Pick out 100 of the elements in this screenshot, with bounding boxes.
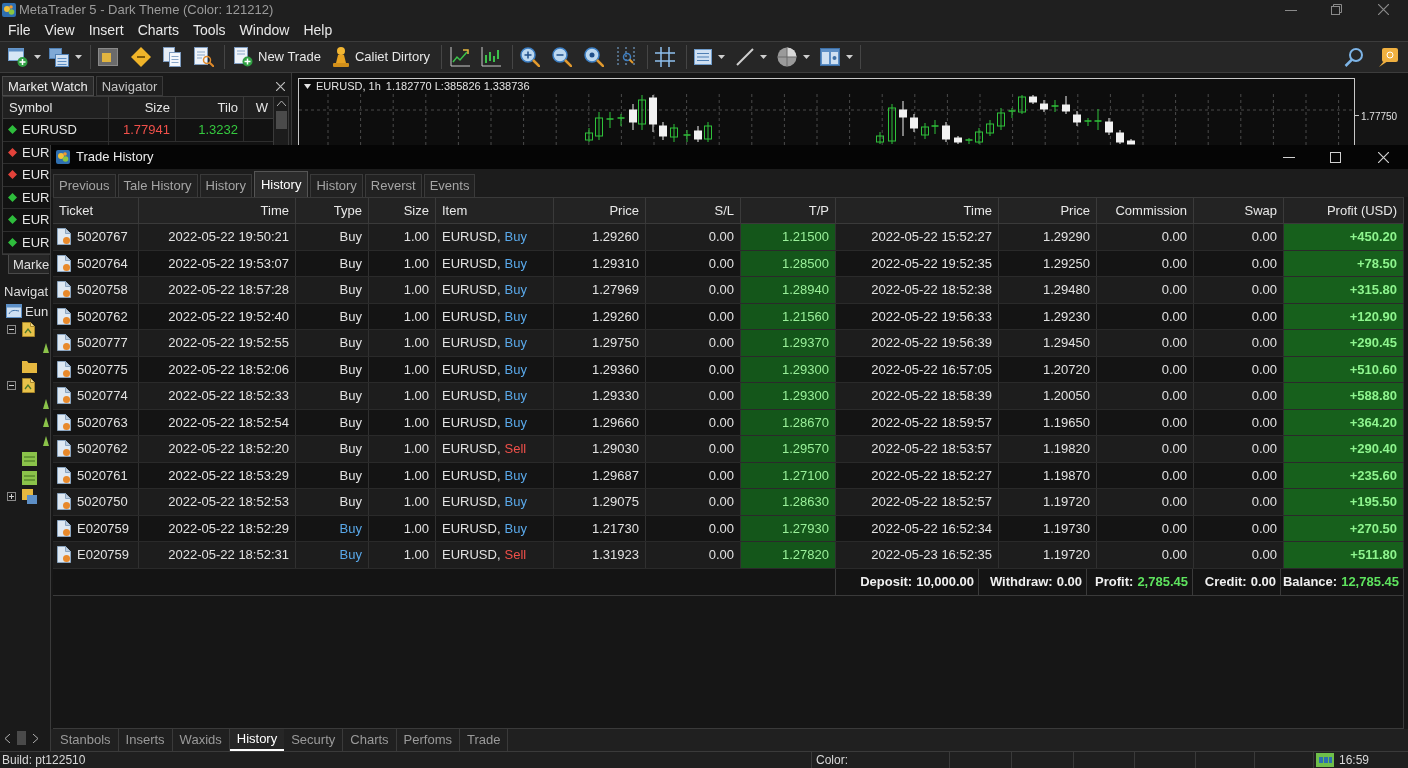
tab[interactable]: Events <box>423 174 476 197</box>
scroll-left-icon[interactable] <box>5 733 10 743</box>
new-chart-icon[interactable] <box>8 47 28 67</box>
column-header[interactable]: Swap <box>1194 198 1284 223</box>
pie-icon[interactable] <box>777 47 797 67</box>
column-header[interactable]: Price <box>999 198 1097 223</box>
tab[interactable]: Previous <box>53 174 116 197</box>
template-icon[interactable] <box>820 48 840 66</box>
page-icon[interactable] <box>22 322 35 338</box>
documents-icon[interactable] <box>163 47 181 67</box>
column-header[interactable]: Item <box>436 198 554 223</box>
tab[interactable]: Trade <box>460 729 509 751</box>
scrollbar-thumb[interactable] <box>275 111 287 129</box>
folder-icon[interactable] <box>22 360 37 374</box>
collapse-icon[interactable] <box>7 325 16 335</box>
vertical-lines-icon[interactable] <box>616 47 636 67</box>
tab[interactable]: History <box>229 729 285 751</box>
menu-item[interactable]: Charts <box>137 19 179 41</box>
windows-icon[interactable] <box>49 47 69 67</box>
menu-item[interactable]: Tools <box>192 19 226 41</box>
caret-icon[interactable] <box>760 55 767 59</box>
scroll-right-icon[interactable] <box>33 733 38 743</box>
tab[interactable]: History <box>199 174 252 197</box>
tab[interactable]: Stanbols <box>53 729 119 751</box>
triangle-icon[interactable] <box>43 343 49 354</box>
column-header[interactable]: Commission <box>1097 198 1194 223</box>
tab[interactable]: Marke <box>8 255 50 274</box>
overlapping-squares-icon[interactable] <box>22 488 37 504</box>
list-icon[interactable] <box>694 49 712 65</box>
menu-item[interactable]: Insert <box>88 19 124 41</box>
column-header[interactable]: Time <box>139 198 296 223</box>
caret-icon[interactable] <box>34 55 41 59</box>
chat-icon[interactable] <box>1378 47 1398 67</box>
symbol-name[interactable]: EUR <box>22 232 50 252</box>
diamond-icon[interactable] <box>131 47 151 67</box>
column-header[interactable]: Type <box>296 198 369 223</box>
column-header[interactable]: Time <box>836 198 999 223</box>
sheet-icon[interactable] <box>22 452 37 467</box>
menu-item[interactable]: View <box>44 19 75 41</box>
column-header[interactable]: Size <box>369 198 436 223</box>
algo-trading-button[interactable]: Caliet Dirtory <box>329 44 433 70</box>
caret-icon[interactable] <box>75 55 82 59</box>
maximize-icon[interactable] <box>1330 151 1341 163</box>
search-icon[interactable] <box>1344 47 1364 67</box>
document-search-icon[interactable] <box>194 47 214 67</box>
column-header[interactable]: Profit (USD) <box>1284 198 1404 223</box>
page-icon[interactable] <box>22 377 35 393</box>
zoom-out-icon[interactable] <box>552 47 572 67</box>
tab[interactable]: Waxids <box>172 729 230 751</box>
column-header[interactable]: S/L <box>646 198 741 223</box>
panel-icon[interactable] <box>98 48 118 66</box>
tab[interactable]: Inserts <box>118 729 173 751</box>
new-trade-button[interactable]: New Trade <box>231 44 324 70</box>
column-header[interactable]: Ticket <box>53 198 139 223</box>
zoom-in-icon[interactable] <box>520 47 540 67</box>
column-header[interactable]: W <box>244 97 272 118</box>
scrollbar-thumb[interactable] <box>17 731 26 745</box>
caret-icon[interactable] <box>718 55 725 59</box>
tab[interactable]: Perfoms <box>396 729 460 751</box>
triangle-icon[interactable] <box>43 435 49 446</box>
caret-icon[interactable] <box>803 55 810 59</box>
symbol-name[interactable]: EUR <box>22 142 50 162</box>
column-header[interactable]: Price <box>554 198 646 223</box>
tab[interactable]: Navigator <box>95 76 164 96</box>
restore-icon[interactable] <box>1331 4 1342 15</box>
tab[interactable]: History <box>253 171 309 197</box>
tab[interactable]: Charts <box>343 729 397 751</box>
tab[interactable]: Market Watch <box>2 76 94 96</box>
line-icon[interactable] <box>736 48 754 66</box>
triangle-icon[interactable] <box>43 417 49 428</box>
tab[interactable]: History <box>310 174 363 197</box>
menu-item[interactable]: Window <box>239 19 290 41</box>
bar-chart-icon[interactable] <box>481 47 501 67</box>
chart-window-icon[interactable] <box>6 304 22 319</box>
caret-icon[interactable] <box>304 84 311 89</box>
tab[interactable]: Tale History <box>117 174 198 197</box>
expand-icon[interactable] <box>7 491 16 501</box>
sheet-icon[interactable] <box>22 470 37 485</box>
caret-icon[interactable] <box>846 55 853 59</box>
menu-item[interactable]: File <box>8 19 31 41</box>
column-header[interactable]: Tilo <box>176 97 244 118</box>
scroll-up-icon[interactable] <box>276 101 286 106</box>
column-header[interactable]: Symbol <box>3 97 109 118</box>
symbol-name[interactable]: EURUSD <box>22 120 77 140</box>
menu-item[interactable]: Help <box>303 19 333 41</box>
symbol-name[interactable]: EUR <box>22 187 50 207</box>
grid-icon[interactable] <box>655 47 675 67</box>
column-header[interactable]: T/P <box>741 198 836 223</box>
triangle-icon[interactable] <box>43 398 49 409</box>
tab[interactable]: Reverst <box>364 174 422 197</box>
line-chart-icon[interactable] <box>450 47 470 67</box>
close-icon[interactable] <box>276 81 285 91</box>
zoom-icon[interactable] <box>584 47 604 67</box>
tab[interactable]: Securty <box>284 729 344 751</box>
close-icon[interactable] <box>1378 151 1389 163</box>
symbol-name[interactable]: EUR <box>22 165 50 185</box>
symbol-name[interactable]: EUR <box>22 210 50 230</box>
collapse-icon[interactable] <box>7 380 16 390</box>
column-header[interactable]: Size <box>109 97 176 118</box>
tree-item[interactable]: Eun <box>25 301 49 321</box>
